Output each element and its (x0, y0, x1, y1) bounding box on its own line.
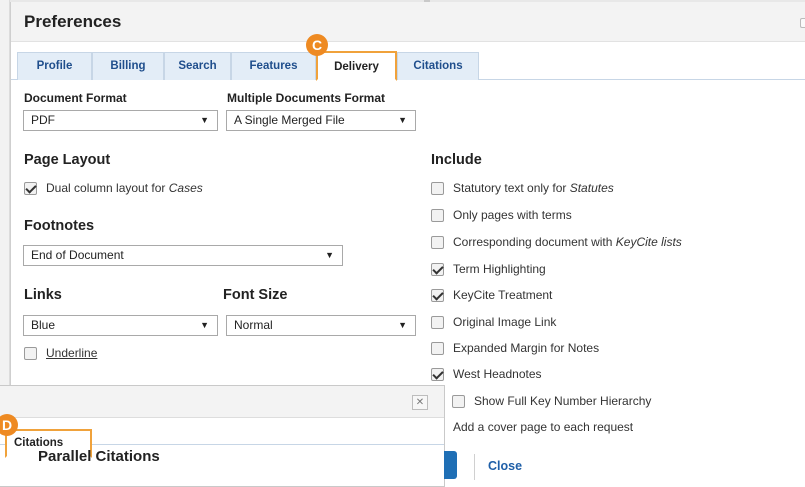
dialog-title: Preferences (24, 12, 122, 31)
original-image-checkbox[interactable] (431, 316, 444, 329)
font-size-heading: Font Size (223, 287, 288, 303)
primary-action-button[interactable] (444, 451, 457, 479)
callout-badge-c: C (306, 34, 328, 56)
multiple-documents-format-select[interactable]: A Single Merged File ▼ (226, 110, 416, 131)
links-value: Blue (31, 318, 56, 332)
chevron-down-icon: ▼ (200, 115, 209, 125)
west-headnotes-checkbox[interactable] (431, 368, 444, 381)
include-heading: Include (431, 152, 482, 168)
document-format-value: PDF (31, 113, 55, 127)
term-highlighting-checkbox[interactable] (431, 263, 444, 276)
font-size-select[interactable]: Normal ▼ (226, 315, 416, 336)
preferences-tabs: Profile Billing Search Features Delivery… (11, 51, 805, 81)
chevron-down-icon: ▼ (398, 320, 407, 330)
document-format-select[interactable]: PDF ▼ (23, 110, 218, 131)
dialog-header: Preferences (11, 2, 805, 42)
corresponding-label: Corresponding document with KeyCite list… (453, 235, 682, 249)
close-icon[interactable]: ✕ (412, 395, 428, 410)
links-select[interactable]: Blue ▼ (23, 315, 218, 336)
keycite-treatment-checkbox[interactable] (431, 289, 444, 302)
font-size-value: Normal (234, 318, 273, 332)
tab-citations[interactable]: Citations (397, 52, 479, 80)
statutory-checkbox[interactable] (431, 182, 444, 195)
dual-column-label: Dual column layout for Cases (46, 181, 203, 195)
dialog-close-icon[interactable] (800, 18, 805, 28)
footer-divider (474, 454, 475, 480)
original-image-label: Original Image Link (453, 315, 557, 329)
tab-delivery[interactable]: Delivery (316, 51, 397, 81)
tab-profile[interactable]: Profile (17, 52, 92, 80)
cover-page-label: Add a cover page to each request (453, 420, 634, 434)
expanded-margin-label: Expanded Margin for Notes (453, 341, 600, 355)
west-headnotes-label: West Headnotes (453, 367, 542, 381)
links-heading: Links (24, 287, 62, 303)
citations-dialog: ✕ Citations Parallel Citations (0, 385, 445, 487)
multiple-documents-format-value: A Single Merged File (234, 113, 345, 127)
expanded-margin-checkbox[interactable] (431, 342, 444, 355)
document-format-label: Document Format (24, 91, 127, 105)
dual-column-checkbox[interactable] (24, 182, 37, 195)
close-button[interactable]: Close (488, 459, 522, 473)
footnotes-heading: Footnotes (24, 218, 95, 234)
footnotes-select[interactable]: End of Document ▼ (23, 245, 343, 266)
tab-billing[interactable]: Billing (92, 52, 164, 80)
footnotes-value: End of Document (31, 248, 124, 262)
chevron-down-icon: ▼ (398, 115, 407, 125)
chevron-down-icon: ▼ (325, 250, 334, 260)
page-layout-heading: Page Layout (24, 152, 111, 168)
parallel-citations-heading: Parallel Citations (38, 448, 160, 465)
keycite-treatment-label: KeyCite Treatment (453, 288, 553, 302)
underline-label[interactable]: Underline (46, 346, 97, 360)
full-key-number-label: Show Full Key Number Hierarchy (474, 394, 652, 408)
corresponding-checkbox[interactable] (431, 236, 444, 249)
chevron-down-icon: ▼ (200, 320, 209, 330)
tab-search[interactable]: Search (164, 52, 231, 80)
full-key-number-checkbox[interactable] (452, 395, 465, 408)
tab-features[interactable]: Features (231, 52, 316, 80)
citations-dialog-header (0, 386, 444, 418)
only-pages-checkbox[interactable] (431, 209, 444, 222)
statutory-label: Statutory text only for Statutes (453, 181, 614, 195)
term-highlighting-label: Term Highlighting (453, 262, 546, 276)
underline-checkbox[interactable] (24, 347, 37, 360)
only-pages-label: Only pages with terms (453, 208, 572, 222)
multiple-documents-format-label: Multiple Documents Format (227, 91, 386, 105)
